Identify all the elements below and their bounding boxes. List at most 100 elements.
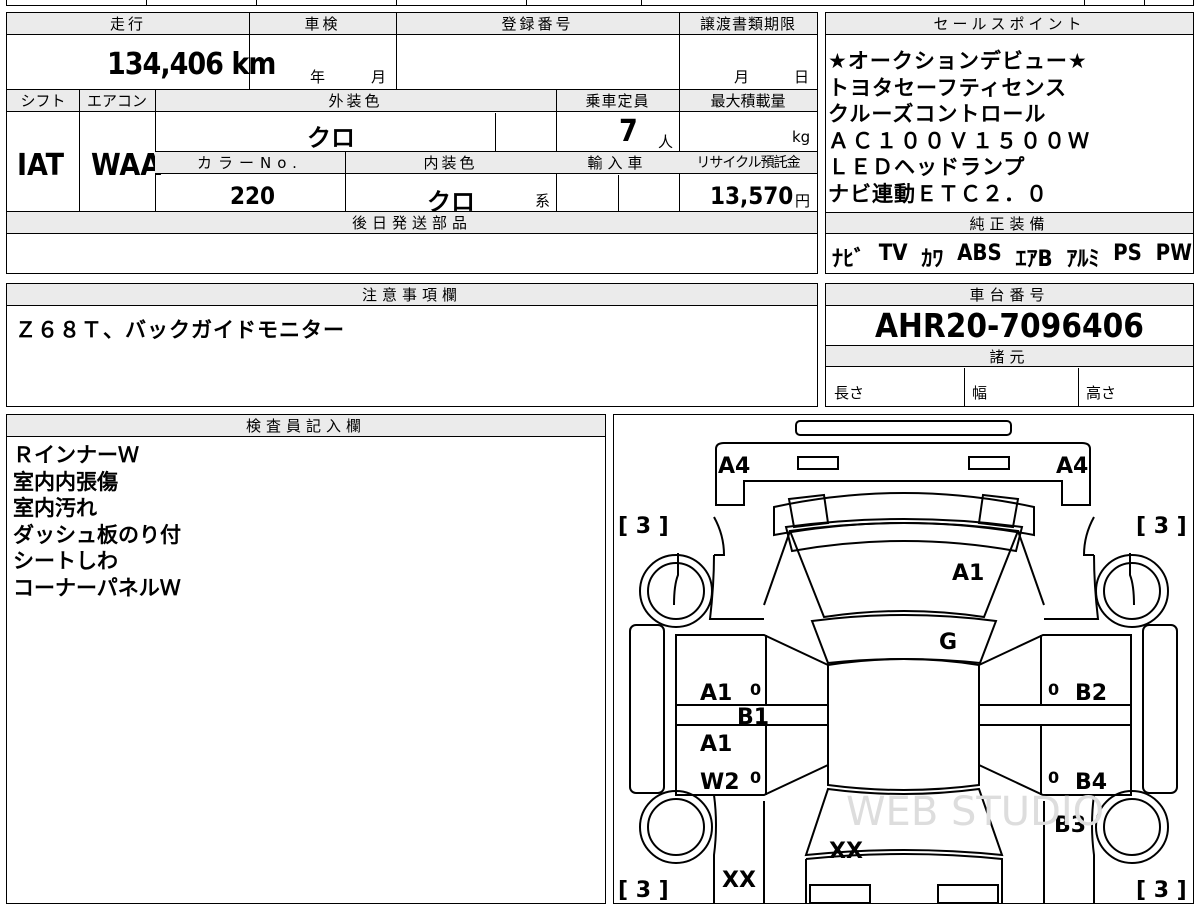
rear-left-wheel-inner xyxy=(647,798,705,856)
notes-box: 注意事項欄 Ｚ６８Ｔ、バックガイドモニター xyxy=(6,283,818,407)
recycle-unit: 円 xyxy=(795,192,811,210)
left-side-sill xyxy=(629,624,665,794)
zero-mark: 0 xyxy=(1048,680,1059,699)
equipment-label: 純正装備 xyxy=(969,215,1050,233)
windshield-shape xyxy=(810,614,998,665)
equipment-item: PW xyxy=(1155,241,1192,266)
sales-point-item: ＬＥＤヘッドランプ xyxy=(828,155,1026,179)
equipment-item: ｱﾙﾐ xyxy=(1066,247,1100,272)
damage-code: A1 xyxy=(952,561,984,586)
shift-value: IAT xyxy=(17,148,65,183)
transfer-deadline-label: 譲渡書類期限 xyxy=(699,15,796,33)
front-right-wheel xyxy=(1095,554,1169,628)
inspector-header: 検査員記入欄 xyxy=(7,415,605,437)
sales-point-item: トヨタセーフティセンス xyxy=(828,75,1068,100)
top-fragment-row xyxy=(6,0,1194,6)
roof-shape xyxy=(827,658,980,791)
tire-mark-front-left: [ 3 ] xyxy=(618,514,669,539)
left-fender-curve xyxy=(708,554,764,620)
rear-right-wheel xyxy=(1095,790,1169,864)
max-load-label: 最大積載量 xyxy=(710,92,786,110)
watermark: WEB STUDIO xyxy=(846,789,1104,835)
exterior-color-value: クロ xyxy=(307,124,355,152)
capacity-value: 7 xyxy=(619,114,638,149)
transfer-day: 日 xyxy=(794,68,810,86)
aircon-label: エアコン xyxy=(86,92,147,110)
sales-points-label: セールスポイント xyxy=(933,15,1086,33)
capacity-unit: 人 xyxy=(658,133,674,151)
inspector-note: 室内汚れ xyxy=(13,496,97,520)
rear-lamp-right xyxy=(937,884,999,903)
mileage-label: 走行 xyxy=(109,15,146,33)
row3-header: カラーNo. 内装色 輸入車 リサイクル預託金 xyxy=(155,152,817,174)
damage-code: XX xyxy=(722,868,756,893)
tire-mark-rear-left: [ 3 ] xyxy=(618,878,669,903)
damage-code: B1 xyxy=(737,705,769,730)
inspector-note: コーナーパネルＷ xyxy=(13,575,181,600)
tire-mark-front-right: [ 3 ] xyxy=(1136,514,1187,539)
left-fender-line xyxy=(713,516,726,556)
row2-header: シフト エアコン 外装色 乗車定員 最大積載量 xyxy=(7,90,817,112)
mileage-value: 134,406 km xyxy=(107,47,276,82)
right-body-side xyxy=(1129,553,1135,606)
zero-mark: 0 xyxy=(750,768,761,787)
front-bumper-shape xyxy=(715,442,1091,506)
tire-mark-rear-right: [ 3 ] xyxy=(1136,878,1187,903)
equipment-item: ﾅﾋﾞ xyxy=(832,247,866,272)
spec-length-label: 長さ xyxy=(834,384,865,402)
right-fender-line xyxy=(1082,516,1095,556)
notes-text: Ｚ６８Ｔ、バックガイドモニター xyxy=(15,318,345,342)
rear-lamp-left xyxy=(809,884,871,903)
left-a-pillar xyxy=(763,530,791,606)
damage-code: W2 xyxy=(700,770,740,795)
equipment-item: PS xyxy=(1113,241,1142,266)
chassis-number: AHR20-7096406 xyxy=(875,306,1144,345)
right-side-sill xyxy=(1142,624,1178,794)
equipment-item: ｴｱB xyxy=(1015,247,1053,272)
row1-header: 走行 車検 登録番号 譲渡書類期限 xyxy=(7,13,817,35)
spec-width-label: 幅 xyxy=(972,384,988,402)
inspector-note: ＲインナーＷ xyxy=(13,443,139,467)
inspection-label: 車検 xyxy=(304,15,341,33)
rear-right-wheel-inner xyxy=(1103,798,1161,856)
equipment-item: ｶﾜ xyxy=(921,247,944,272)
inspector-note: シートしわ xyxy=(13,549,118,573)
right-center-pillar xyxy=(978,704,1132,726)
right-a-pillar xyxy=(1017,530,1045,606)
right-fender-curve xyxy=(1044,554,1100,620)
color-no-value: 220 xyxy=(230,182,276,210)
damage-code: A1 xyxy=(700,681,732,706)
front-right-wheel-inner xyxy=(1103,562,1161,620)
inspector-label: 検査員記入欄 xyxy=(245,417,366,435)
left-body-side xyxy=(673,553,679,606)
sales-points-box: セールスポイント ★オークションデビュー★ トヨタセーフティセンス クルーズコン… xyxy=(825,12,1194,274)
aircon-value: WAA xyxy=(91,148,162,183)
front-left-wheel xyxy=(639,554,713,628)
damage-code: XX xyxy=(829,839,863,864)
car-diagram-box: [ 3 ] [ 3 ] [ 3 ] [ 3 ] A4 A4 A1 G A1 B1… xyxy=(613,414,1194,904)
chassis-label: 車台番号 xyxy=(969,286,1050,304)
front-lamp-left xyxy=(797,456,839,470)
import-label: 輸入車 xyxy=(587,154,648,172)
front-lamp-right xyxy=(968,456,1010,470)
load-unit: kg xyxy=(792,128,811,146)
inspection-month: 月 xyxy=(371,68,387,86)
later-parts-header: 後日発送部品 xyxy=(7,212,817,234)
inspector-note: 室内内張傷 xyxy=(13,469,118,494)
sales-points-list: ★オークションデビュー★ トヨタセーフティセンス クルーズコントロール ＡＣ１０… xyxy=(828,48,1193,207)
equipment-item: TV xyxy=(878,241,908,266)
chassis-box: 車台番号 AHR20-7096406 諸元 長さ 幅 高さ xyxy=(825,283,1194,407)
sales-points-header: セールスポイント xyxy=(826,13,1193,35)
recycle-fee-value: 13,570 xyxy=(710,182,794,210)
rear-left-wheel xyxy=(639,790,713,864)
exterior-color-label: 外装色 xyxy=(328,92,383,110)
specs-label: 諸元 xyxy=(989,348,1030,366)
left-rear-fender xyxy=(713,794,717,903)
specs-header: 諸元 xyxy=(826,345,1193,367)
damage-code: A4 xyxy=(1056,454,1088,479)
front-left-wheel-inner xyxy=(647,562,705,620)
damage-code: A4 xyxy=(718,454,750,479)
vehicle-info-table: 走行 車検 登録番号 譲渡書類期限 134,406 km 年 月 月 日 シフト… xyxy=(6,12,818,274)
later-parts-label: 後日発送部品 xyxy=(351,214,472,232)
notes-header: 注意事項欄 xyxy=(7,284,817,306)
